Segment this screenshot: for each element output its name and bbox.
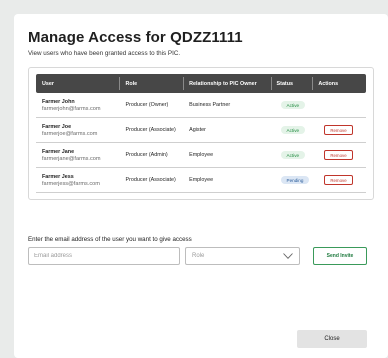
manage-access-modal: Manage Access for QDZZ1111 View users wh…	[14, 14, 388, 358]
actions-cell: Remove	[312, 175, 366, 185]
table-row: Farmer Jess farmerjess@farms.com Produce…	[36, 168, 366, 193]
relationship-cell: Agister	[189, 127, 206, 133]
actions-cell: Remove	[312, 150, 366, 160]
user-name: Farmer Jess	[42, 173, 74, 180]
email-input[interactable]	[28, 247, 180, 265]
page-subtitle: View users who have been granted access …	[28, 50, 181, 57]
table-header: User Role Relationship to PIC Owner Stat…	[36, 74, 366, 93]
remove-button[interactable]: Remove	[324, 175, 353, 185]
header-status: Status	[270, 74, 313, 93]
chevron-down-icon	[283, 253, 293, 259]
header-actions: Actions	[312, 74, 366, 93]
status-badge: Active	[280, 126, 306, 134]
user-cell: Farmer Jane farmerjane@farms.com	[36, 149, 119, 162]
role-cell: Producer (Associate)	[125, 127, 176, 133]
role-cell: Producer (Owner)	[125, 102, 169, 108]
user-email: farmerjess@farms.com	[42, 180, 100, 187]
remove-button[interactable]: Remove	[324, 150, 353, 160]
status-cell: Active	[271, 126, 313, 134]
actions-cell: Remove	[312, 125, 366, 135]
status-badge: Active	[280, 151, 306, 159]
header-relationship: Relationship to PIC Owner	[183, 74, 270, 93]
table-row: Farmer Joe farmerjoe@farms.com Producer …	[36, 118, 366, 143]
table-row: Farmer Jane farmerjane@farms.com Produce…	[36, 143, 366, 168]
user-name: Farmer John	[42, 98, 75, 105]
remove-button[interactable]: Remove	[324, 125, 353, 135]
user-name: Farmer Jane	[42, 148, 75, 155]
status-badge: Pending	[280, 176, 310, 184]
status-badge: Active	[280, 101, 306, 109]
user-email: farmerjoe@farms.com	[42, 130, 98, 137]
role-select-placeholder: Role	[192, 253, 205, 259]
page-title: Manage Access for QDZZ1111	[28, 29, 243, 46]
access-table: User Role Relationship to PIC Owner Stat…	[28, 67, 374, 200]
user-email: farmerjohn@farms.com	[42, 105, 101, 112]
user-cell: Farmer John farmerjohn@farms.com	[36, 99, 119, 112]
status-cell: Pending	[271, 176, 313, 184]
invite-form: Role Send Invite	[28, 247, 374, 265]
table-row: Farmer John farmerjohn@farms.com Produce…	[36, 93, 366, 118]
user-cell: Farmer Joe farmerjoe@farms.com	[36, 124, 119, 137]
role-cell: Producer (Associate)	[125, 177, 176, 183]
relationship-cell: Business Partner	[189, 102, 231, 108]
user-email: farmerjane@farms.com	[42, 155, 101, 162]
status-cell: Active	[271, 101, 313, 109]
relationship-cell: Employee	[189, 152, 214, 158]
user-name: Farmer Joe	[42, 123, 72, 130]
role-select[interactable]: Role	[185, 247, 300, 265]
invite-label: Enter the email address of the user you …	[28, 236, 192, 243]
header-user: User	[42, 80, 54, 87]
close-button[interactable]: Close	[297, 330, 367, 348]
status-cell: Active	[271, 151, 313, 159]
user-cell: Farmer Jess farmerjess@farms.com	[36, 174, 119, 187]
send-invite-button[interactable]: Send Invite	[313, 247, 367, 265]
role-cell: Producer (Admin)	[125, 152, 168, 158]
header-role: Role	[119, 74, 183, 93]
relationship-cell: Employee	[189, 177, 214, 183]
